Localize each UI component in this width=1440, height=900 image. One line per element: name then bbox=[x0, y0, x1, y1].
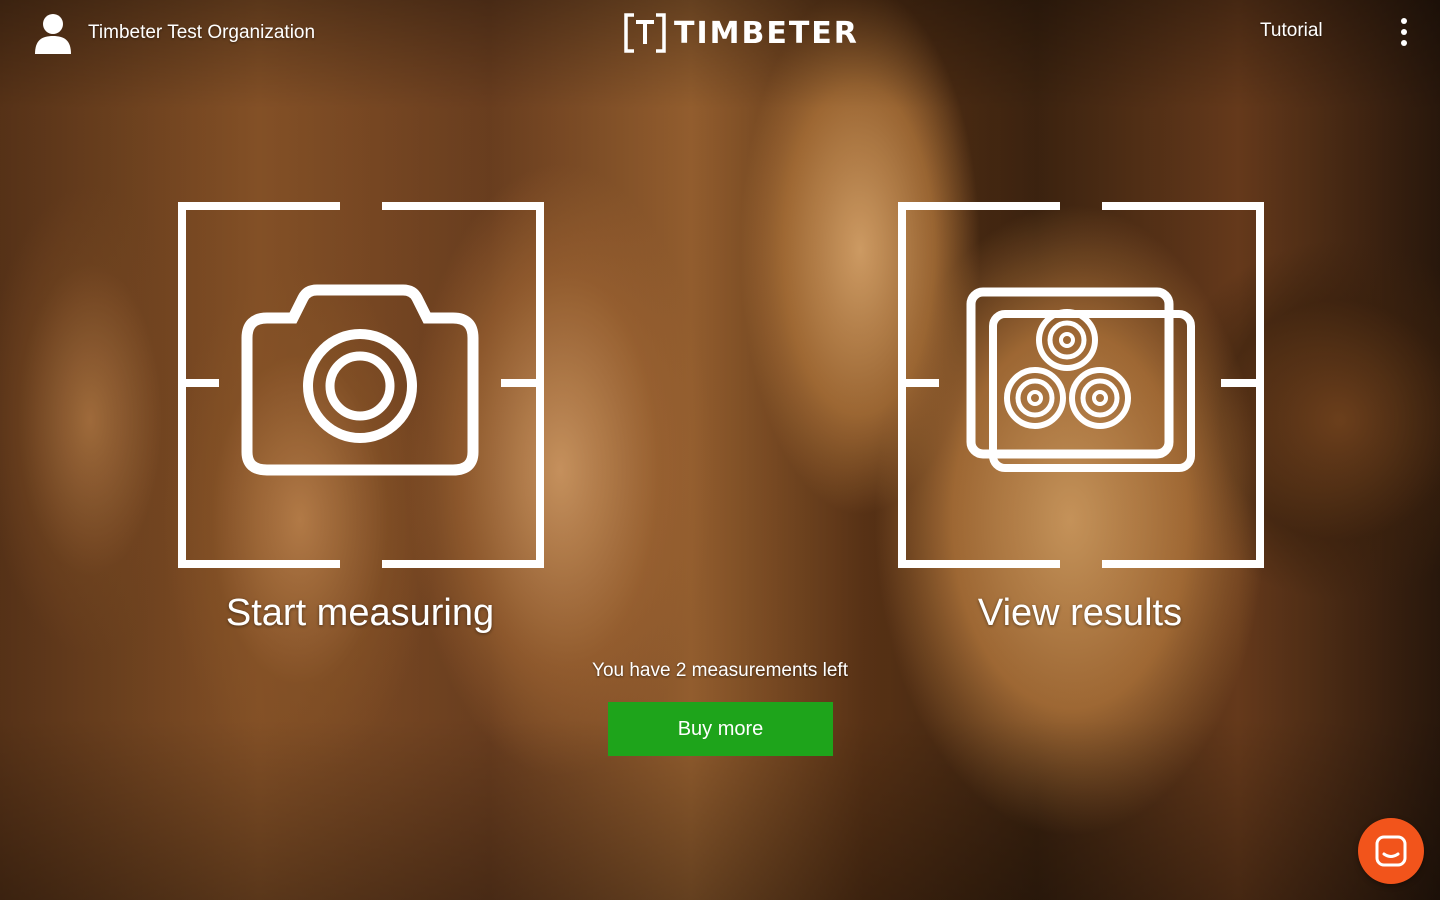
start-measuring-button[interactable]: Start measuring bbox=[175, 200, 545, 650]
tutorial-link[interactable]: Tutorial bbox=[1260, 20, 1323, 42]
viewfinder-frame-icon bbox=[898, 202, 1264, 568]
view-results-button[interactable]: View results bbox=[895, 200, 1265, 650]
organization-switcher[interactable]: Timbeter Test Organization bbox=[32, 12, 315, 54]
chat-launcher-button[interactable] bbox=[1358, 818, 1424, 884]
timbeter-logo: TIMBETER bbox=[624, 13, 859, 53]
log-stack-photos-icon bbox=[966, 287, 1195, 472]
user-icon bbox=[35, 14, 71, 54]
view-results-label: View results bbox=[977, 592, 1183, 634]
chat-icon bbox=[1375, 835, 1407, 867]
home-screen: Timbeter Test Organization TIMBETER Tuto… bbox=[0, 0, 1440, 900]
logo-text: TIMBETER bbox=[674, 15, 859, 51]
logo-mark-icon bbox=[624, 13, 666, 53]
start-measuring-label: Start measuring bbox=[225, 592, 495, 634]
viewfinder-frame-icon bbox=[178, 202, 544, 568]
more-vertical-icon[interactable] bbox=[1390, 14, 1418, 50]
organization-name: Timbeter Test Organization bbox=[88, 22, 316, 43]
measurements-remaining-text: You have 2 measurements left bbox=[592, 660, 848, 681]
top-bar: Timbeter Test Organization TIMBETER Tuto… bbox=[0, 0, 1440, 66]
buy-more-button[interactable]: Buy more bbox=[608, 702, 833, 756]
